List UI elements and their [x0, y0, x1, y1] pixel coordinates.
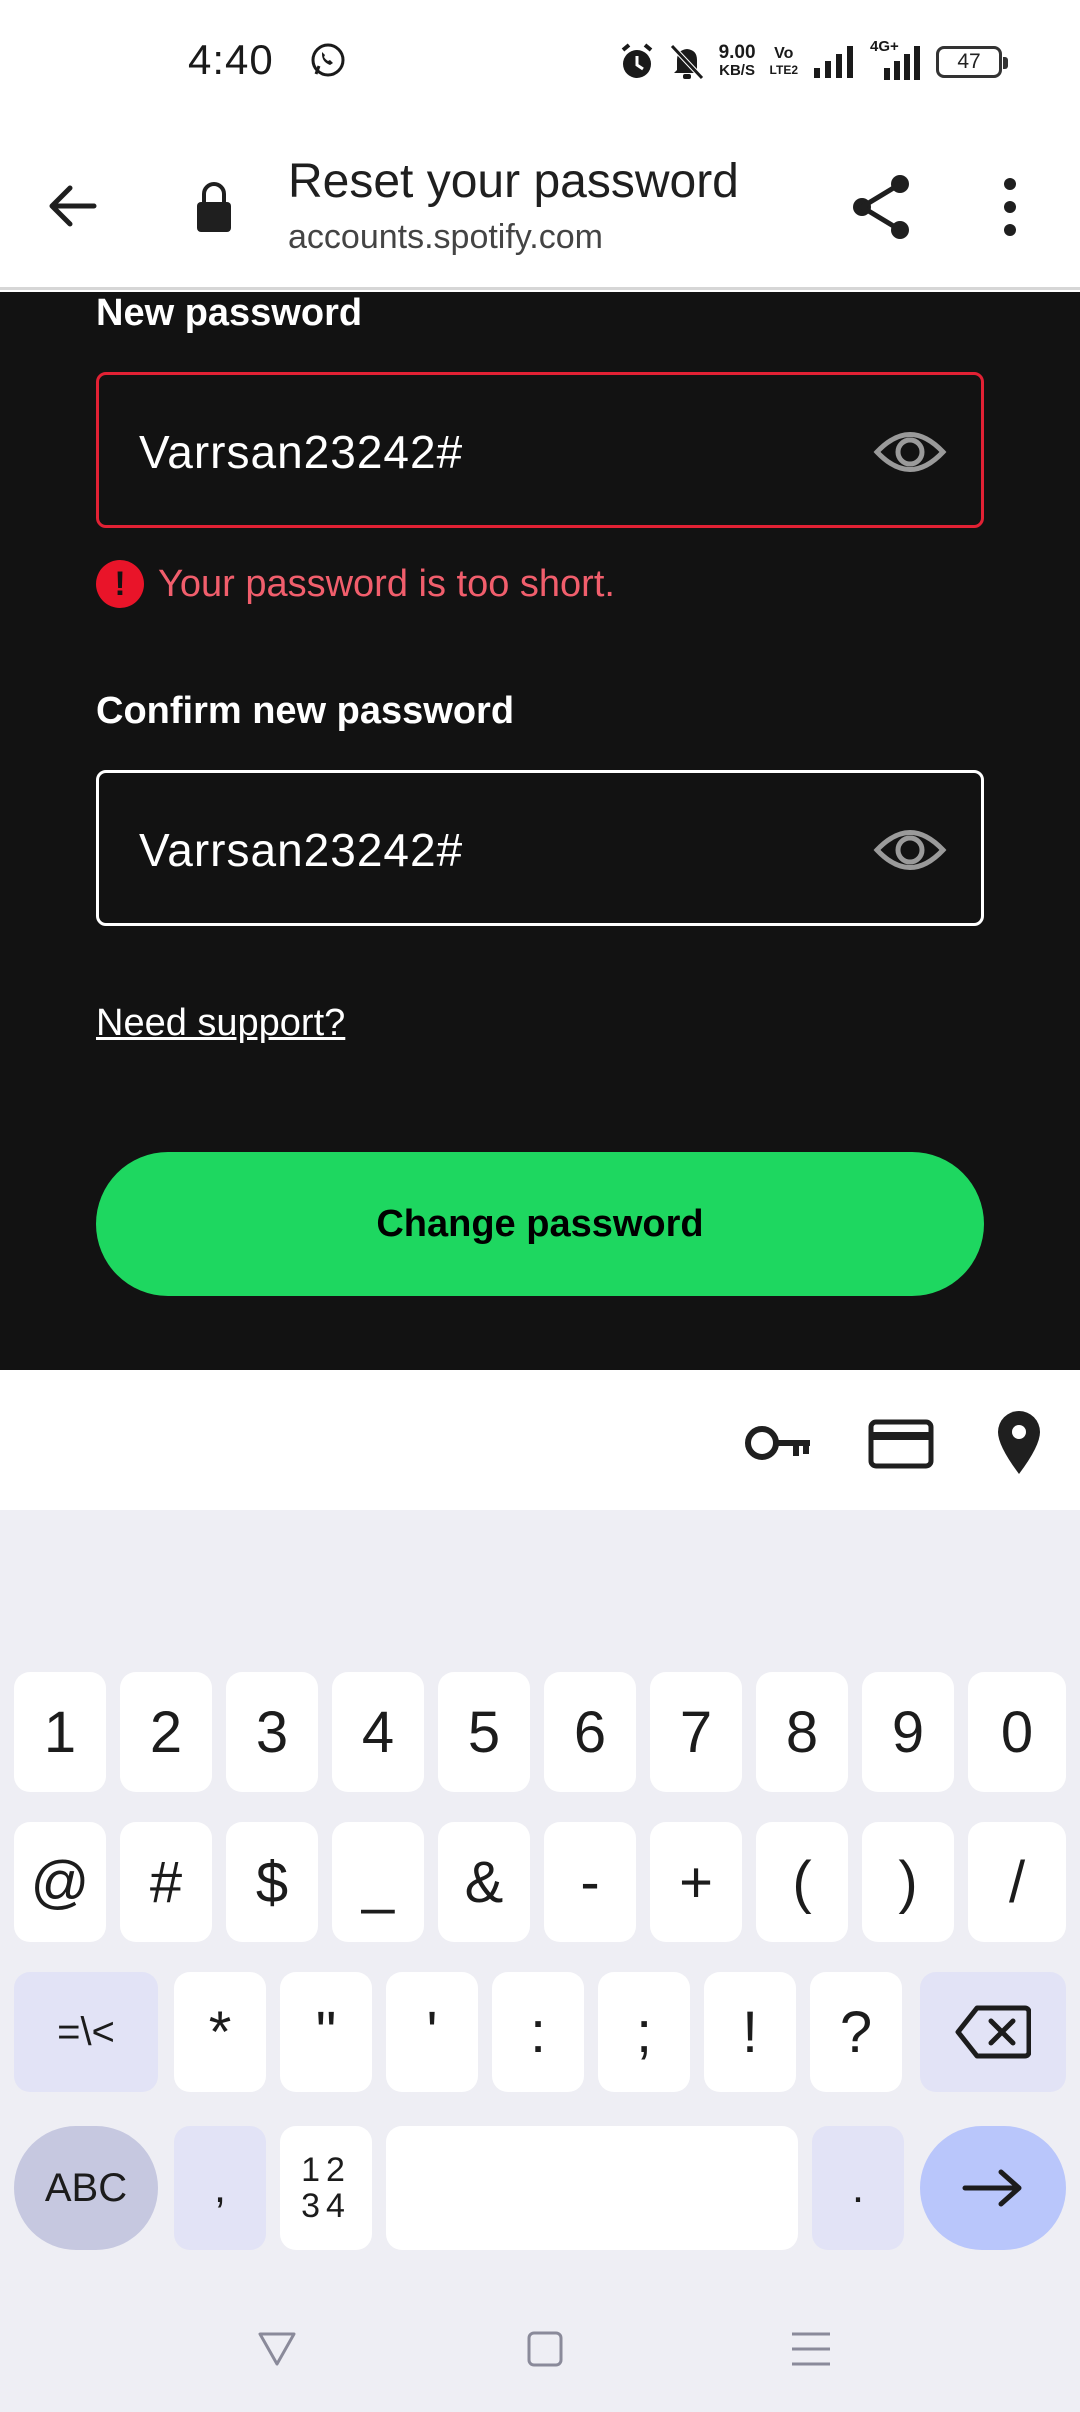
notifications-muted-icon: [669, 44, 704, 80]
key-open-paren[interactable]: (: [756, 1822, 848, 1942]
payment-card-icon[interactable]: [866, 1410, 936, 1476]
status-time: 4:40: [188, 36, 274, 83]
status-bar: 4:40 9.00 KB/S Vo LTE2 4G+ 47: [0, 0, 1080, 124]
backspace-icon: [955, 2005, 1031, 2059]
key-question[interactable]: ?: [810, 1972, 902, 2092]
browser-toolbar: Reset your password accounts.spotify.com: [0, 124, 1080, 290]
period-key[interactable]: .: [812, 2126, 904, 2250]
key-0[interactable]: 0: [968, 1672, 1066, 1792]
key-double-quote[interactable]: ": [280, 1972, 372, 2092]
more-options-icon[interactable]: [990, 174, 1030, 240]
key-4[interactable]: 4: [332, 1672, 424, 1792]
whatsapp-icon: [311, 43, 345, 77]
password-error: ! Your password is too short.: [96, 560, 615, 608]
abc-key[interactable]: ABC: [14, 2126, 158, 2250]
passwords-key-icon[interactable]: [744, 1410, 814, 1476]
key-colon[interactable]: :: [492, 1972, 584, 2092]
back-triangle-icon[interactable]: [252, 2324, 302, 2374]
key-close-paren[interactable]: ): [862, 1822, 954, 1942]
key-ampersand[interactable]: &: [438, 1822, 530, 1942]
signal-icon: [814, 46, 853, 78]
autofill-bar: [0, 1370, 1080, 1510]
network-speed-value: 9.00: [718, 42, 756, 63]
status-icons: 9.00 KB/S Vo LTE2 4G+ 47: [619, 38, 1008, 86]
key-9[interactable]: 9: [862, 1672, 954, 1792]
network-speed: 9.00 KB/S: [718, 42, 756, 80]
key-2[interactable]: 2: [120, 1672, 212, 1792]
enter-arrow-icon: [962, 2169, 1022, 2207]
show-confirm-password-eye-icon[interactable]: [873, 821, 947, 879]
alarm-icon: [621, 43, 652, 78]
page-url[interactable]: accounts.spotify.com: [288, 218, 603, 257]
change-password-button[interactable]: Change password: [96, 1152, 984, 1296]
comma-key[interactable]: ,: [174, 2126, 266, 2250]
confirm-password-label: Confirm new password: [96, 690, 515, 732]
enter-key[interactable]: [920, 2126, 1066, 2250]
key-underscore[interactable]: _: [332, 1822, 424, 1942]
key-8[interactable]: 8: [756, 1672, 848, 1792]
new-password-value: Varrsan23242#: [139, 426, 464, 478]
battery-level: 47: [957, 50, 981, 73]
key-7[interactable]: 7: [650, 1672, 742, 1792]
key-1[interactable]: 1: [14, 1672, 106, 1792]
confirm-password-value: Varrsan23242#: [139, 824, 464, 876]
numpad-key-top: 12: [301, 2151, 351, 2189]
signal-4g-icon: 4G+: [870, 38, 922, 82]
key-6[interactable]: 6: [544, 1672, 636, 1792]
key-asterisk[interactable]: *: [174, 1972, 266, 2092]
home-square-icon[interactable]: [520, 2324, 570, 2374]
key-exclamation[interactable]: !: [704, 1972, 796, 2092]
key-5[interactable]: 5: [438, 1672, 530, 1792]
battery-indicator: 47: [936, 46, 1008, 78]
symbols-toggle-key[interactable]: =\<: [14, 1972, 158, 2092]
system-navigation-bar: [0, 2290, 1080, 2412]
symbol-keyboard: 1 2 3 4 5 6 7 8 9 0 @ # $ _ & - + ( ) / …: [0, 1510, 1080, 2412]
error-icon: !: [96, 560, 144, 608]
key-minus[interactable]: -: [544, 1822, 636, 1942]
volte-indicator: Vo LTE2: [770, 46, 798, 78]
error-message: Your password is too short.: [158, 562, 615, 605]
key-single-quote[interactable]: ': [386, 1972, 478, 2092]
need-support-link[interactable]: Need support?: [96, 1002, 345, 1045]
volte-top: Vo: [774, 45, 794, 62]
back-arrow-icon[interactable]: [40, 174, 104, 238]
volte-bottom: LTE2: [769, 63, 798, 77]
share-icon[interactable]: [850, 172, 914, 242]
recents-menu-icon[interactable]: [786, 2324, 836, 2374]
new-password-label: New password: [96, 292, 363, 334]
key-dollar[interactable]: $: [226, 1822, 318, 1942]
key-hash[interactable]: #: [120, 1822, 212, 1942]
backspace-key[interactable]: [920, 1972, 1066, 2092]
key-3[interactable]: 3: [226, 1672, 318, 1792]
page-title: Reset your password: [288, 155, 739, 208]
location-pin-icon[interactable]: [984, 1410, 1054, 1476]
numpad-key-bottom: 34: [301, 2187, 351, 2225]
lock-icon[interactable]: [194, 178, 234, 234]
reset-password-form: New password Varrsan23242# ! Your passwo…: [0, 292, 1080, 1370]
new-password-field[interactable]: Varrsan23242#: [96, 372, 984, 528]
numpad-key[interactable]: 12 34: [280, 2126, 372, 2250]
key-semicolon[interactable]: ;: [598, 1972, 690, 2092]
space-key[interactable]: [386, 2126, 798, 2250]
confirm-password-field[interactable]: Varrsan23242#: [96, 770, 984, 926]
network-speed-unit: KB/S: [719, 62, 755, 79]
key-at[interactable]: @: [14, 1822, 106, 1942]
key-slash[interactable]: /: [968, 1822, 1066, 1942]
show-password-eye-icon[interactable]: [873, 423, 947, 481]
key-plus[interactable]: +: [650, 1822, 742, 1942]
